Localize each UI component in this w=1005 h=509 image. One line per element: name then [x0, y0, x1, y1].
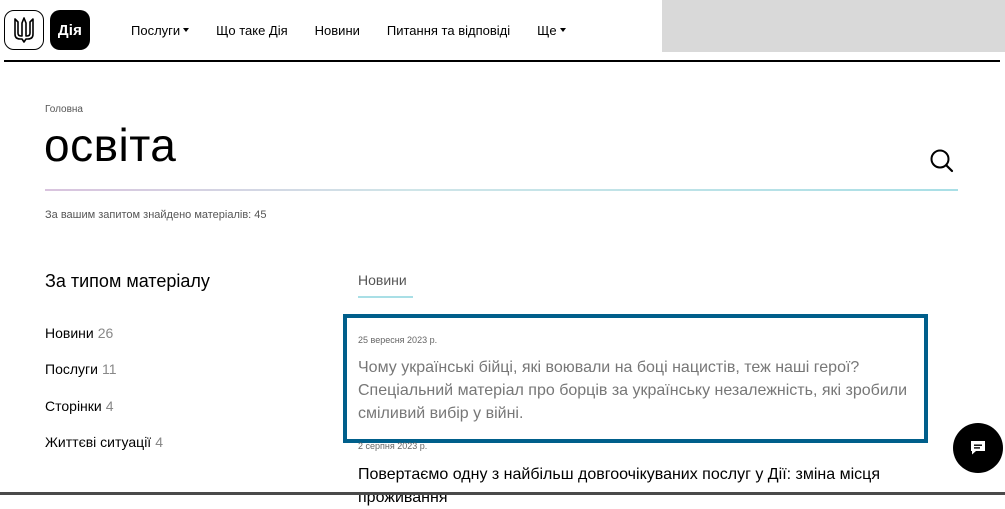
header-divider [4, 60, 1000, 62]
search-query-title[interactable]: освіта [44, 120, 176, 171]
tab-active-indicator [358, 296, 413, 298]
trident-logo-button[interactable] [4, 10, 44, 50]
result-card-highlighted[interactable]: 25 вересня 2023 р. Чому українські бійці… [343, 314, 928, 443]
nav-item-news[interactable]: Новини [315, 23, 360, 38]
nav-item-more[interactable]: Ще [537, 22, 566, 38]
filter-label: Сторінки [45, 398, 102, 414]
caret-down-icon [183, 28, 190, 32]
filter-item-pages[interactable]: Сторінки 4 [45, 398, 114, 414]
result-date: 25 вересня 2023 р. [358, 335, 438, 345]
result-date: 2 серпня 2023 р. [358, 441, 428, 451]
search-icon [930, 149, 954, 173]
nav-item-label: Ще [537, 22, 557, 38]
logo-text: Дія [57, 21, 83, 39]
result-title-link[interactable]: Чому українські бійці, які воювали на бо… [358, 356, 923, 425]
filter-label: Новини [45, 325, 94, 341]
filter-count: 11 [101, 361, 117, 377]
filter-item-services[interactable]: Послуги 11 [45, 361, 117, 377]
filter-label: Життєві ситуації [45, 434, 152, 450]
trident-icon [14, 17, 34, 43]
breadcrumb-home[interactable]: Головна [45, 104, 83, 115]
filter-count: 4 [155, 434, 163, 450]
filter-heading: За типом матеріалу [45, 271, 210, 291]
main-nav: Послуги Що таке Дія Новини Питання та ві… [131, 0, 593, 60]
nav-item-label: Новини [314, 22, 360, 38]
nav-item-label: Питання та відповіді [386, 22, 511, 38]
results-count: За вашим запитом знайдено матеріалів: 45 [45, 209, 267, 221]
header-placeholder-block [662, 0, 1005, 52]
nav-item-about[interactable]: Що таке Дія [216, 23, 287, 38]
nav-item-label: Що таке Дія [216, 22, 288, 38]
result-title-link[interactable]: Повертаємо одну з найбільш довгоочікуван… [358, 463, 948, 509]
nav-item-label: Послуги [131, 22, 181, 38]
nav-item-services[interactable]: Послуги [131, 22, 190, 38]
filter-count: 4 [105, 398, 114, 414]
search-button[interactable] [929, 148, 955, 174]
filter-item-news[interactable]: Новини 26 [45, 325, 113, 341]
filter-item-life-situations[interactable]: Життєві ситуації 4 [45, 434, 163, 450]
nav-item-faq[interactable]: Питання та відповіді [387, 23, 510, 38]
chat-button[interactable] [953, 423, 1003, 473]
filter-count: 26 [97, 325, 114, 341]
site-header: Дія Послуги Що таке Дія Новини Питання т… [0, 0, 1005, 62]
filter-label: Послуги [45, 361, 98, 377]
chat-icon [971, 441, 985, 455]
caret-down-icon [559, 28, 566, 32]
diia-logo-button[interactable]: Дія [50, 10, 90, 50]
tab-news[interactable]: Новини [358, 272, 407, 288]
search-underline [45, 189, 958, 191]
